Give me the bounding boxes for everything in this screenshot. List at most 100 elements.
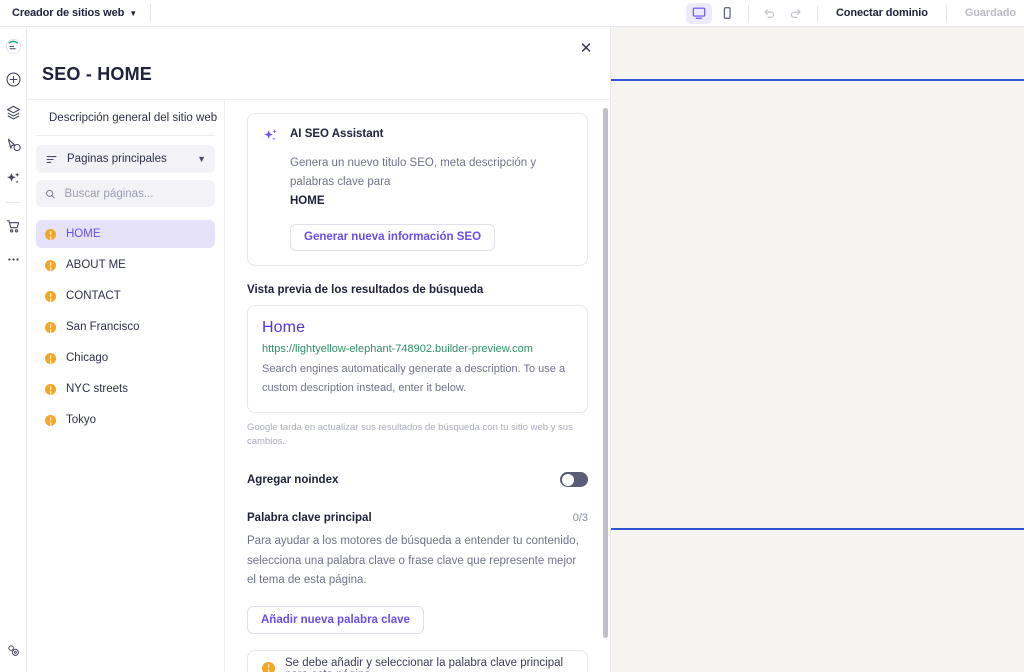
pages-panel: Descripción general del sitio web Pagina… <box>27 100 225 672</box>
search-input[interactable] <box>65 188 206 200</box>
site-overview-label: Descripción general del sitio web <box>49 112 217 124</box>
sparkle-ai-icon <box>5 170 22 187</box>
keyword-description: Para ayudar a los motores de búsqueda a … <box>247 532 588 591</box>
keyword-count: 0/3 <box>573 512 588 524</box>
sidebar-item-add[interactable] <box>1 67 25 91</box>
sidebar-item-logo[interactable] <box>1 34 25 58</box>
warning-icon <box>45 353 56 364</box>
preview-description: Search engines automatically generate a … <box>262 360 573 398</box>
sparkle-ai-icon <box>262 127 280 145</box>
sidebar-item-chicago[interactable]: Chicago <box>36 344 215 372</box>
brand-label: Creador de sitios web <box>12 7 124 19</box>
ai-card-target-page: HOME <box>290 195 325 207</box>
sidebar-item-tokyo[interactable]: Tokyo <box>36 406 215 434</box>
warning-icon <box>262 662 275 672</box>
add-circle-icon <box>5 71 22 88</box>
sidebar-item-store[interactable] <box>1 214 25 238</box>
keyword-header: Palabra clave principal 0/3 <box>247 512 588 524</box>
seo-modal-body: Descripción general del sitio web Pagina… <box>27 100 610 672</box>
sidebar-item-nyc-streets[interactable]: NYC streets <box>36 375 215 403</box>
desktop-icon <box>692 6 706 20</box>
preview-url: https://lightyellow-elephant-748902.buil… <box>262 343 573 355</box>
ai-card-header: AI SEO Assistant <box>262 127 573 145</box>
sidebar-item-about-me[interactable]: ABOUT ME <box>36 251 215 279</box>
warning-icon <box>45 384 56 395</box>
sidebar-item-comments[interactable] <box>1 133 25 157</box>
pages-filter-select[interactable]: Paginas principales ▼ <box>36 145 215 173</box>
sidebar-item-contact[interactable]: CONTACT <box>36 282 215 310</box>
top-bar: Creador de sitios web ▼ <box>0 0 1024 27</box>
keyword-alert-text: Se debe añadir y seleccionar la palabra … <box>285 657 573 672</box>
desktop-view-button[interactable] <box>686 3 712 24</box>
sidebar-item-layers[interactable] <box>1 100 25 124</box>
sidebar-item-ai[interactable] <box>1 166 25 190</box>
sidebar-item-more[interactable] <box>1 247 25 271</box>
noindex-row: Agregar noindex <box>247 472 588 487</box>
warning-icon <box>45 415 56 426</box>
mobile-icon <box>720 6 734 20</box>
warning-icon <box>45 322 56 333</box>
ai-card-title: AI SEO Assistant <box>290 127 384 140</box>
warning-icon <box>45 291 56 302</box>
chevron-down-icon: ▼ <box>129 9 137 18</box>
pages-search[interactable] <box>36 180 215 207</box>
search-preview-label: Vista previa de los resultados de búsque… <box>247 284 588 296</box>
sidebar-divider <box>6 202 21 203</box>
pages-filter-label: Paginas principales <box>67 153 167 165</box>
brand-menu[interactable]: Creador de sitios web ▼ <box>0 7 137 19</box>
noindex-toggle[interactable] <box>560 472 588 487</box>
redo-icon <box>789 6 803 20</box>
search-preview-card: Home https://lightyellow-elephant-748902… <box>247 305 588 413</box>
mobile-view-button[interactable] <box>714 3 740 24</box>
page-item-label: HOME <box>66 228 101 240</box>
redo-button[interactable] <box>784 3 809 24</box>
ai-card-description: Genera un nuevo titulo SEO, meta descrip… <box>290 154 573 211</box>
ai-seo-assistant-card: AI SEO Assistant Genera un nuevo titulo … <box>247 113 588 266</box>
top-bar-actions: Conectar dominio Guardado <box>686 0 1024 26</box>
noindex-label: Agregar noindex <box>247 474 338 486</box>
sort-filter-icon <box>45 153 58 166</box>
site-overview-link[interactable]: Descripción general del sitio web <box>36 108 215 136</box>
sidebar-item-san-francisco[interactable]: San Francisco <box>36 313 215 341</box>
undo-button[interactable] <box>757 3 782 24</box>
page-item-label: CONTACT <box>66 290 121 302</box>
sidebar-item-home[interactable]: HOME <box>36 220 215 248</box>
warning-icon <box>45 229 56 240</box>
seo-modal: SEO - HOME ✕ Descripción general del sit… <box>27 27 610 672</box>
page-item-label: ABOUT ME <box>66 259 126 271</box>
add-keyword-button[interactable]: Añadir nueva palabra clave <box>247 606 424 634</box>
page-title: SEO - HOME <box>42 64 152 85</box>
settings-icon <box>5 642 22 659</box>
chevron-down-icon: ▼ <box>197 154 206 164</box>
app-sidebar <box>0 27 27 672</box>
keyword-warning-alert: Se debe añadir y seleccionar la palabra … <box>247 650 588 672</box>
page-item-label: Chicago <box>66 352 108 364</box>
modal-scrollbar[interactable] <box>603 108 608 638</box>
generate-seo-button[interactable]: Generar nueva información SEO <box>290 224 495 251</box>
toggle-knob <box>562 474 574 486</box>
more-options-icon <box>5 251 22 268</box>
close-icon[interactable]: ✕ <box>576 38 596 58</box>
sidebar-item-settings[interactable] <box>1 638 25 662</box>
layers-icon <box>5 104 22 121</box>
page-item-label: San Francisco <box>66 321 140 333</box>
page-item-label: Tokyo <box>66 414 96 426</box>
page-item-label: NYC streets <box>66 383 128 395</box>
ai-card-description-text: Genera un nuevo titulo SEO, meta descrip… <box>290 157 536 188</box>
builder-logo-icon <box>5 38 22 55</box>
preview-note: Google tarda en actualizar sus resultado… <box>247 421 588 450</box>
search-icon <box>45 188 56 200</box>
undo-icon <box>762 6 776 20</box>
preview-title: Home <box>262 319 573 337</box>
top-bar-divider-4 <box>946 5 947 22</box>
top-bar-divider <box>150 4 151 22</box>
top-bar-divider-2 <box>748 5 749 22</box>
seo-modal-header: SEO - HOME ✕ <box>27 27 610 100</box>
top-bar-divider-3 <box>817 5 818 22</box>
warning-icon <box>45 260 56 271</box>
saved-status: Guardado <box>955 7 1016 19</box>
cursor-comment-icon <box>5 137 22 154</box>
shopping-cart-icon <box>5 218 22 235</box>
connect-domain-button[interactable]: Conectar dominio <box>826 7 938 19</box>
seo-content: AI SEO Assistant Genera un nuevo titulo … <box>225 100 610 672</box>
